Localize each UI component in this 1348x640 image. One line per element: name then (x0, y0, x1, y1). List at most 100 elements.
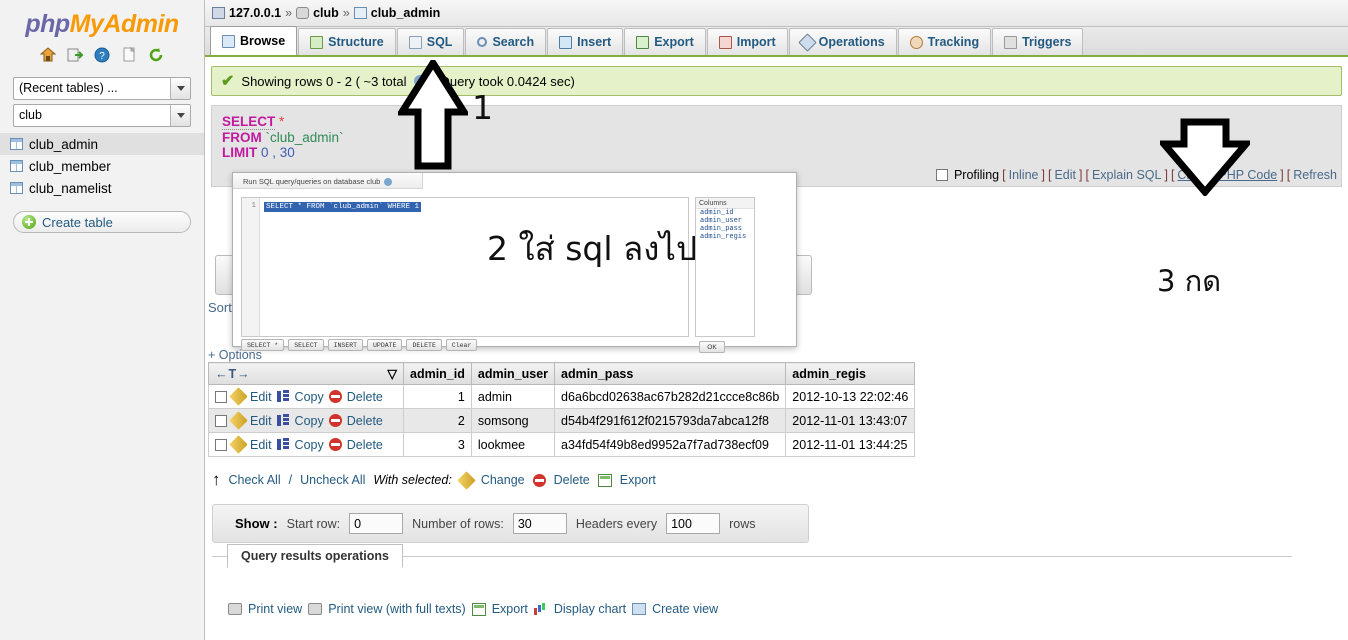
delete-icon[interactable] (328, 390, 342, 403)
export-link[interactable]: Export (492, 602, 528, 616)
tab-search[interactable]: Search (465, 28, 547, 55)
help-icon[interactable] (384, 177, 393, 186)
chevron-down-icon[interactable] (170, 105, 190, 126)
breadcrumb-table[interactable]: club_admin (371, 6, 440, 20)
breadcrumb-database[interactable]: club (313, 6, 339, 20)
copy-icon[interactable] (276, 390, 290, 403)
phpmyadmin-logo[interactable]: phpMyAdmin (0, 0, 204, 43)
select-star-button[interactable]: SELECT * (241, 339, 285, 351)
reload-icon[interactable] (147, 46, 165, 64)
display-chart-link[interactable]: Display chart (554, 602, 626, 616)
database-select[interactable]: club (13, 104, 191, 127)
print-icon[interactable] (228, 603, 242, 615)
sidebar-item-club-namelist[interactable]: club_namelist (0, 177, 204, 199)
sql-editor[interactable]: 1 SELECT * FROM `club_admin` WHERE 1 (241, 197, 689, 337)
create-view-icon[interactable] (632, 603, 647, 615)
row-checkbox[interactable] (215, 438, 227, 451)
tab-import[interactable]: Import (706, 28, 788, 55)
logout-icon[interactable] (66, 46, 84, 64)
chart-icon[interactable] (533, 603, 548, 615)
sidebar-item-club-admin[interactable]: club_admin (0, 133, 204, 155)
table-icon (10, 138, 23, 150)
export-icon[interactable] (597, 473, 612, 487)
create-table-button[interactable]: Create table (13, 211, 191, 233)
copy-link[interactable]: Copy (295, 438, 324, 452)
column-header-admin-id[interactable]: admin_id (403, 362, 472, 385)
headers-every-input[interactable] (666, 513, 721, 534)
tab-structure[interactable]: Structure (298, 28, 396, 55)
select-button[interactable]: SELECT (288, 339, 324, 351)
create-php-code-link[interactable]: Create PHP Code (1177, 168, 1277, 182)
edit-pencil-icon[interactable] (229, 411, 248, 430)
chevron-down-icon[interactable] (170, 78, 190, 99)
tab-operations[interactable]: Operations (788, 28, 897, 55)
copy-link[interactable]: Copy (295, 414, 324, 428)
edit-link[interactable]: Edit (1054, 168, 1076, 182)
tab-insert[interactable]: Insert (547, 28, 624, 55)
tab-sql[interactable]: SQL (396, 28, 465, 55)
delete-icon[interactable] (532, 473, 546, 487)
create-view-link[interactable]: Create view (652, 602, 718, 616)
column-header-admin-user[interactable]: admin_user (470, 362, 556, 385)
export-link[interactable]: Export (620, 473, 656, 487)
sidebar-item-club-member[interactable]: club_member (0, 155, 204, 177)
recent-tables-select[interactable]: (Recent tables) ... (13, 77, 191, 100)
tab-export[interactable]: Export (624, 28, 706, 55)
home-icon[interactable] (39, 46, 57, 64)
change-pencil-icon[interactable] (457, 470, 476, 490)
dialog-ok-button[interactable]: OK (699, 341, 725, 353)
edit-link[interactable]: Edit (250, 390, 272, 404)
check-all-link[interactable]: Check All (229, 473, 281, 487)
explain-sql-link[interactable]: Explain SQL (1092, 168, 1161, 182)
update-button[interactable]: UPDATE (367, 339, 403, 351)
num-rows-input[interactable] (512, 513, 567, 534)
edit-link[interactable]: Edit (250, 414, 272, 428)
delete-link[interactable]: Delete (347, 438, 383, 452)
run-sql-dialog[interactable]: Run SQL query/queries on database club 1… (232, 172, 797, 353)
tab-browse[interactable]: Browse (210, 26, 298, 55)
export-icon[interactable] (471, 602, 486, 616)
insert-button[interactable]: INSERT (327, 339, 364, 351)
delete-button[interactable]: DELETE (406, 339, 442, 351)
column-item[interactable]: admin_id (696, 209, 754, 217)
column-header-admin-regis[interactable]: admin_regis (785, 362, 916, 385)
row-checkbox[interactable] (215, 414, 227, 427)
print-view-full-link[interactable]: Print view (with full texts) (328, 602, 466, 616)
delete-link[interactable]: Delete (347, 414, 383, 428)
inline-link[interactable]: Inline (1009, 168, 1039, 182)
column-item[interactable]: admin_regis (696, 233, 754, 241)
column-header-admin-pass[interactable]: admin_pass (554, 362, 787, 385)
docs-icon[interactable] (120, 46, 138, 64)
delete-icon[interactable] (328, 438, 342, 451)
start-row-input[interactable] (349, 513, 404, 534)
sort-dropdown-icon[interactable]: ▽ (387, 366, 397, 381)
breadcrumb-server[interactable]: 127.0.0.1 (229, 6, 281, 20)
delete-link[interactable]: Delete (347, 390, 383, 404)
copy-icon[interactable] (276, 438, 290, 451)
edit-pencil-icon[interactable] (229, 387, 248, 406)
print-icon[interactable] (308, 603, 323, 615)
navigation-arrows-label[interactable]: ←T→ (215, 367, 251, 381)
query-results-operations-links: Print view Print view (with full texts) … (228, 602, 718, 616)
refresh-link[interactable]: Refresh (1293, 168, 1337, 182)
sql-line-1: SELECT * (222, 114, 1331, 130)
row-checkbox[interactable] (215, 390, 227, 403)
column-item[interactable]: admin_user (696, 217, 754, 225)
edit-pencil-icon[interactable] (229, 435, 248, 454)
delete-link[interactable]: Delete (554, 473, 590, 487)
clear-button[interactable]: Clear (445, 339, 478, 351)
copy-icon[interactable] (276, 414, 290, 427)
info-icon[interactable] (413, 75, 426, 87)
edit-link[interactable]: Edit (250, 438, 272, 452)
uncheck-all-link[interactable]: Uncheck All (300, 473, 365, 487)
tab-triggers[interactable]: Triggers (992, 28, 1084, 55)
profiling-checkbox[interactable] (935, 169, 948, 181)
copy-link[interactable]: Copy (295, 390, 324, 404)
sql-editor-text[interactable]: SELECT * FROM `club_admin` WHERE 1 (264, 202, 422, 212)
change-link[interactable]: Change (481, 473, 525, 487)
column-item[interactable]: admin_pass (696, 225, 754, 233)
tab-tracking[interactable]: Tracking (897, 28, 992, 55)
help-icon[interactable]: ? (93, 46, 111, 64)
delete-icon[interactable] (328, 414, 342, 427)
print-view-link[interactable]: Print view (248, 602, 302, 616)
